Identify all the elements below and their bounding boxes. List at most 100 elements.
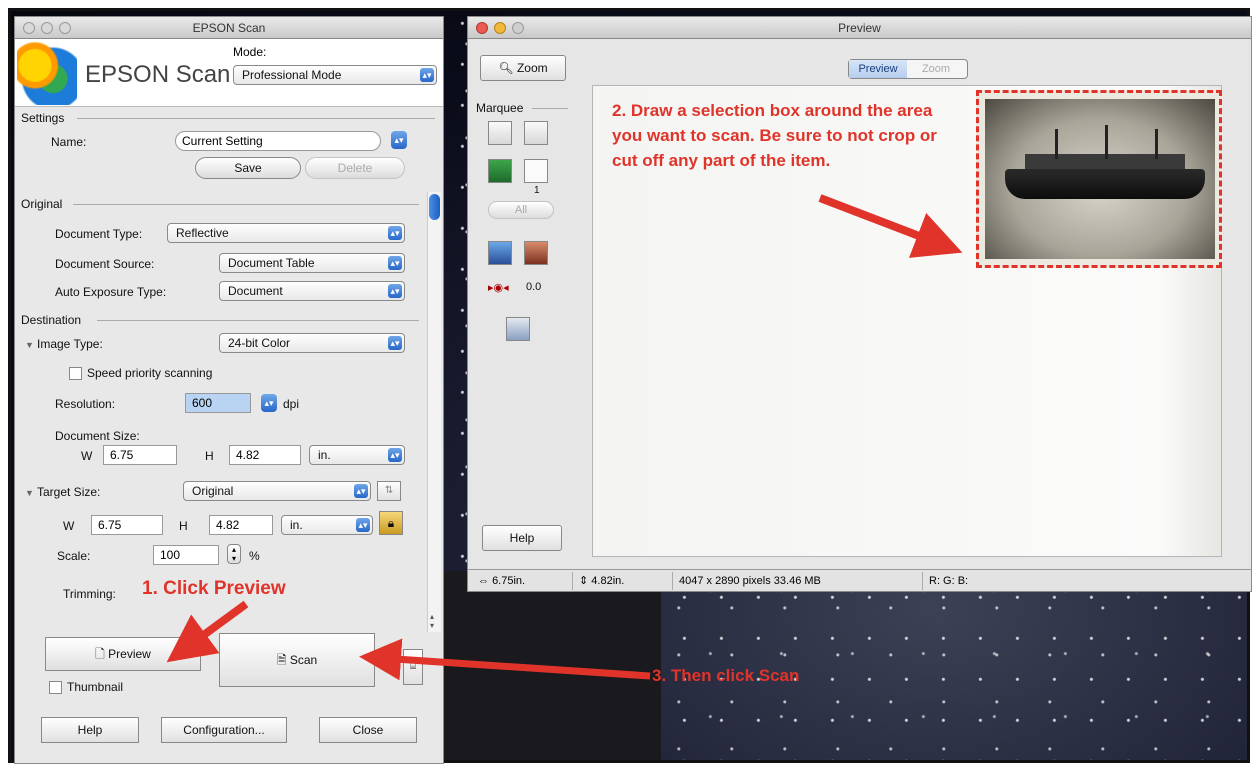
settings-scrollbar[interactable]: ▴ ▾	[427, 192, 441, 632]
chevron-updown-icon: ▴▾	[388, 226, 402, 240]
target-width-input[interactable]: 6.75	[91, 515, 163, 535]
exposure-icon[interactable]: ▸◉◂	[488, 281, 509, 294]
window-controls	[23, 22, 71, 34]
disclosure-triangle-icon[interactable]: ▼	[25, 340, 34, 350]
close-button[interactable]: Close	[319, 717, 417, 743]
selection-marquee[interactable]	[976, 90, 1222, 268]
close-window-icon[interactable]	[23, 22, 35, 34]
window-title: EPSON Scan	[192, 21, 266, 35]
dpi-label: dpi	[283, 397, 300, 411]
target-size-label: Target Size:	[37, 485, 101, 499]
lock-icon[interactable]: 🔒︎	[379, 511, 403, 535]
histogram-icon[interactable]	[488, 241, 512, 265]
minimize-window-icon[interactable]	[41, 22, 53, 34]
scan-button-label: Scan	[289, 653, 318, 667]
close-window-icon[interactable]	[476, 22, 488, 34]
image-type-select[interactable]: 24-bit Color ▴▾	[219, 333, 405, 353]
minimize-window-icon[interactable]	[494, 22, 506, 34]
annotation-step-1: 1. Click Preview	[142, 578, 286, 599]
doc-unit-select[interactable]: in. ▴▾	[309, 445, 405, 465]
preview-button[interactable]: 🗋︎ Preview	[45, 637, 201, 671]
original-heading: Original	[21, 197, 63, 211]
marquee-create-icon[interactable]	[488, 121, 512, 145]
background-building	[441, 571, 661, 760]
epson-titlebar: EPSON Scan	[15, 17, 443, 39]
brand-title: EPSON Scan	[85, 61, 231, 88]
auto-exposure-select[interactable]: Document ▴▾	[219, 281, 405, 301]
marquee-count: 1	[534, 185, 540, 196]
target-height-label: H	[179, 519, 188, 533]
delete-button[interactable]: Delete	[305, 157, 405, 179]
zoom-button-label: Zoom	[516, 61, 548, 75]
target-unit-select[interactable]: in. ▴▾	[281, 515, 373, 535]
save-button[interactable]: Save	[195, 157, 301, 179]
resolution-select-arrow-icon[interactable]: ▴▾	[261, 394, 277, 412]
auto-locate-icon[interactable]	[488, 159, 512, 183]
doc-width-label: W	[81, 449, 93, 463]
document-icon: 🗋︎	[95, 647, 109, 661]
target-height-input[interactable]: 4.82	[209, 515, 273, 535]
resolution-input[interactable]: 600	[185, 393, 251, 413]
status-rgb: R: G: B:	[922, 572, 1242, 590]
marquee-heading: Marquee	[476, 101, 524, 115]
annotation-step-3: 3. Then click Scan	[652, 666, 800, 685]
disclosure-triangle-icon[interactable]: ▼	[25, 488, 34, 498]
zoom-window-icon[interactable]	[59, 22, 71, 34]
doc-width-input[interactable]: 6.75	[103, 445, 177, 465]
chevron-updown-icon: ▴▾	[388, 336, 402, 350]
all-button[interactable]: All	[488, 201, 554, 219]
divider	[73, 204, 419, 205]
scroll-arrows-icon[interactable]: ▴ ▾	[430, 612, 434, 630]
target-unit-value: in.	[290, 518, 303, 532]
height-arrow-icon: ⇕	[579, 575, 592, 587]
resolution-label: Resolution:	[55, 397, 116, 411]
brand-bar: EPSON Scan Mode: Professional Mode ▴▾	[15, 39, 443, 107]
tab-preview[interactable]: Preview	[849, 60, 907, 78]
document-type-value: Reflective	[176, 226, 229, 240]
document-type-select[interactable]: Reflective ▴▾	[167, 223, 405, 243]
ship-mast	[1105, 125, 1108, 159]
marquee-count-icon	[524, 159, 548, 183]
thumbnail-checkbox[interactable]	[49, 681, 62, 694]
epson-scan-window: EPSON Scan EPSON Scan Mode: Professional…	[14, 16, 444, 764]
document-size-label: Document Size:	[55, 429, 140, 443]
chevron-updown-icon: ▴▾	[420, 68, 434, 82]
status-pixels: 4047 x 2890 pixels 33.46 MB	[672, 572, 918, 590]
tone-correction-icon[interactable]	[524, 241, 548, 265]
doc-height-input[interactable]: 4.82	[229, 445, 301, 465]
status-width: ⇔ 6.75in.	[472, 572, 525, 590]
target-size-select[interactable]: Original ▴▾	[183, 481, 371, 501]
scale-input[interactable]: 100	[153, 545, 219, 565]
scale-stepper[interactable]: ▴ ▾	[227, 544, 241, 564]
auto-exposure-label: Auto Exposure Type:	[55, 285, 167, 299]
target-width-label: W	[63, 519, 75, 533]
scrollbar-thumb[interactable]	[429, 194, 440, 220]
zoom-window-icon[interactable]	[512, 22, 524, 34]
exposure-value: 0.0	[526, 281, 542, 293]
orientation-icon[interactable]: ⇅	[377, 481, 401, 501]
speed-priority-label: Speed priority scanning	[87, 366, 213, 380]
scan-button[interactable]: 🗎︎ Scan	[219, 633, 375, 687]
scale-label: Scale:	[57, 549, 91, 563]
ship-mast	[1155, 129, 1158, 159]
image-adjust-icon[interactable]	[506, 317, 530, 341]
chevron-updown-icon: ▴▾	[354, 484, 368, 498]
tab-zoom[interactable]: Zoom	[907, 60, 965, 78]
configuration-button[interactable]: Configuration...	[161, 717, 287, 743]
chevron-updown-icon: ▴▾	[388, 284, 402, 298]
mode-select[interactable]: Professional Mode ▴▾	[233, 65, 437, 85]
preview-button-label: Preview	[108, 647, 151, 661]
scan-options-icon[interactable]: ⌸	[403, 649, 423, 685]
name-field[interactable]: Current Setting	[175, 131, 381, 151]
status-height: ⇕ 4.82in.	[572, 572, 624, 590]
zoom-button[interactable]: 🔍︎ Zoom	[480, 55, 566, 81]
marquee-copy-icon[interactable]	[524, 121, 548, 145]
help-button[interactable]: Help	[41, 717, 139, 743]
document-source-select[interactable]: Document Table ▴▾	[219, 253, 405, 273]
percent-label: %	[249, 549, 260, 563]
speed-priority-checkbox[interactable]	[69, 367, 82, 380]
preview-titlebar: Preview	[468, 17, 1251, 39]
preview-help-button[interactable]: Help	[482, 525, 562, 551]
image-type-value: 24-bit Color	[228, 336, 291, 350]
name-select-arrow-icon[interactable]: ▴▾	[391, 131, 407, 149]
